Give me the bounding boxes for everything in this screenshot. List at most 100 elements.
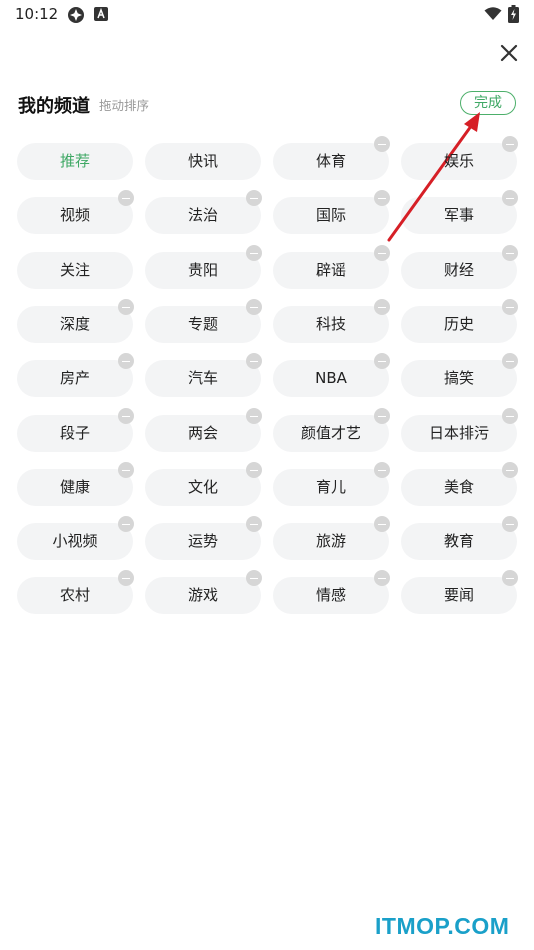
channel-label: 国际 [315, 206, 346, 224]
channel-chip[interactable]: 育儿 [273, 462, 390, 506]
remove-channel-icon[interactable] [502, 516, 518, 532]
channel-chip[interactable]: 军事 [401, 190, 518, 234]
channel-chip[interactable]: 健康 [17, 462, 134, 506]
remove-channel-icon[interactable] [246, 462, 262, 478]
status-bar: 10:12 [0, 0, 534, 30]
channel-chip[interactable]: 国际 [273, 190, 390, 234]
remove-channel-icon[interactable] [374, 408, 390, 424]
channel-label: 搞笑 [443, 369, 474, 387]
remove-channel-icon[interactable] [246, 516, 262, 532]
channel-label: 财经 [443, 261, 474, 279]
remove-channel-icon[interactable] [374, 353, 390, 369]
channel-chip[interactable]: 运势 [145, 516, 262, 560]
remove-channel-icon[interactable] [118, 190, 134, 206]
channel-chip[interactable]: 推荐 [17, 143, 133, 180]
remove-channel-icon[interactable] [374, 570, 390, 586]
remove-channel-icon[interactable] [502, 136, 518, 152]
remove-channel-icon[interactable] [502, 299, 518, 315]
remove-channel-icon[interactable] [246, 353, 262, 369]
channel-chip[interactable]: 要闻 [401, 570, 518, 614]
remove-channel-icon[interactable] [374, 136, 390, 152]
remove-channel-icon[interactable] [374, 245, 390, 261]
remove-channel-icon[interactable] [118, 353, 134, 369]
channel-chip[interactable]: 两会 [145, 408, 262, 452]
channel-chip[interactable]: 教育 [401, 516, 518, 560]
channel-chip[interactable]: 农村 [17, 570, 134, 614]
channel-chip[interactable]: 小视频 [17, 516, 134, 560]
channel-chip[interactable]: 房产 [17, 353, 134, 397]
remove-channel-icon[interactable] [374, 462, 390, 478]
channel-label: 颜值才艺 [300, 424, 361, 442]
channel-chip[interactable]: 美食 [401, 462, 518, 506]
channel-label: 汽车 [187, 369, 218, 387]
channel-label: 科技 [315, 315, 346, 333]
channel-chip[interactable]: 娱乐 [401, 136, 518, 180]
channel-chip[interactable]: 辟谣 [273, 245, 390, 289]
channel-label: 推荐 [59, 152, 90, 170]
channel-chip[interactable]: 专题 [145, 299, 262, 343]
channel-chip[interactable]: 历史 [401, 299, 518, 343]
channel-chip[interactable]: 视频 [17, 190, 134, 234]
channel-chip[interactable]: 法治 [145, 190, 262, 234]
channel-chip[interactable]: 旅游 [273, 516, 390, 560]
drag-sort-hint: 拖动排序 [99, 98, 150, 113]
remove-channel-icon[interactable] [502, 408, 518, 424]
channel-chip[interactable]: 段子 [17, 408, 134, 452]
remove-channel-icon[interactable] [502, 462, 518, 478]
channel-label: 历史 [443, 315, 474, 333]
remove-channel-icon[interactable] [502, 190, 518, 206]
channel-chip[interactable]: 关注 [17, 252, 133, 289]
remove-channel-icon[interactable] [374, 190, 390, 206]
channel-chip[interactable]: 财经 [401, 245, 518, 289]
channel-chip[interactable]: 游戏 [145, 570, 262, 614]
remove-channel-icon[interactable] [118, 516, 134, 532]
remove-channel-icon[interactable] [502, 570, 518, 586]
remove-channel-icon[interactable] [502, 353, 518, 369]
channel-label: 专题 [187, 315, 218, 333]
remove-channel-icon[interactable] [118, 462, 134, 478]
compass-icon [68, 7, 84, 23]
status-time: 10:12 [15, 5, 59, 23]
channel-chip[interactable]: 搞笑 [401, 353, 518, 397]
channel-chip[interactable]: 快讯 [145, 143, 261, 180]
channel-label: 美食 [443, 478, 474, 496]
channel-label: 深度 [59, 315, 90, 333]
remove-channel-icon[interactable] [246, 408, 262, 424]
remove-channel-icon[interactable] [118, 299, 134, 315]
channel-label: 育儿 [315, 478, 346, 496]
remove-channel-icon[interactable] [502, 245, 518, 261]
text-a-icon [94, 7, 108, 21]
channel-chip[interactable]: 深度 [17, 299, 134, 343]
channel-chip[interactable]: 情感 [273, 570, 390, 614]
channel-chip[interactable]: 贵阳 [145, 245, 262, 289]
channel-label: NBA [315, 369, 347, 387]
channel-label: 农村 [59, 586, 90, 604]
remove-channel-icon[interactable] [246, 299, 262, 315]
channel-label: 关注 [59, 261, 90, 279]
channel-label: 体育 [315, 152, 346, 170]
channel-label: 教育 [443, 532, 474, 550]
remove-channel-icon[interactable] [374, 516, 390, 532]
watermark: ITMOP.COM [375, 913, 510, 939]
channel-chip[interactable]: NBA [273, 353, 390, 397]
remove-channel-icon[interactable] [118, 570, 134, 586]
channel-label: 贵阳 [187, 261, 218, 279]
channel-label: 要闻 [443, 586, 474, 604]
remove-channel-icon[interactable] [246, 245, 262, 261]
remove-channel-icon[interactable] [118, 408, 134, 424]
channel-chip[interactable]: 体育 [273, 136, 390, 180]
channel-chip[interactable]: 颜值才艺 [273, 408, 390, 452]
remove-channel-icon[interactable] [246, 570, 262, 586]
channel-chip[interactable]: 科技 [273, 299, 390, 343]
done-button[interactable]: 完成 [460, 91, 516, 115]
channel-label: 小视频 [52, 532, 98, 550]
channel-chip[interactable]: 日本排污 [401, 408, 518, 452]
channel-chip[interactable]: 汽车 [145, 353, 262, 397]
channel-label: 军事 [443, 206, 474, 224]
channel-label: 日本排污 [428, 424, 489, 442]
channel-label: 段子 [59, 424, 90, 442]
remove-channel-icon[interactable] [374, 299, 390, 315]
channel-chip[interactable]: 文化 [145, 462, 262, 506]
remove-channel-icon[interactable] [246, 190, 262, 206]
close-icon[interactable] [496, 40, 522, 66]
